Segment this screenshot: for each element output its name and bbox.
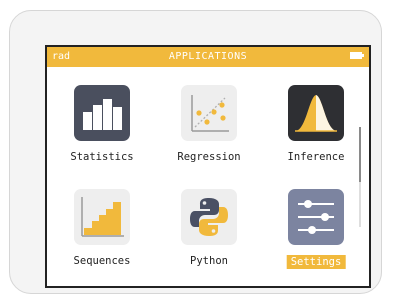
calculator-device: rad APPLICATIONS Statistics Regression I… <box>9 10 382 294</box>
python-logo-icon <box>181 189 237 245</box>
app-label: Regression <box>177 151 241 163</box>
screen-title: APPLICATIONS <box>168 51 248 62</box>
app-statistics[interactable]: Statistics <box>52 85 152 169</box>
scatter-plot-icon <box>181 85 237 141</box>
app-sequences[interactable]: Sequences <box>52 189 152 273</box>
app-inference[interactable]: Inference <box>266 85 366 169</box>
calculator-screen: rad APPLICATIONS Statistics Regression I… <box>45 45 371 288</box>
bar-chart-icon <box>74 85 130 141</box>
battery-icon <box>350 52 364 59</box>
scrollbar-thumb[interactable] <box>359 127 361 182</box>
scrollbar[interactable] <box>359 127 361 227</box>
app-label: Statistics <box>70 151 134 163</box>
app-settings[interactable]: Settings <box>266 189 366 273</box>
app-label: Sequences <box>73 255 131 267</box>
app-regression[interactable]: Regression <box>159 85 259 169</box>
app-label: Inference <box>287 151 345 163</box>
staircase-chart-icon <box>74 189 130 245</box>
app-label-selected: Settings <box>286 255 346 269</box>
bell-curve-icon <box>288 85 344 141</box>
app-python[interactable]: Python <box>159 189 259 273</box>
sliders-icon <box>288 189 344 245</box>
app-label: Python <box>190 255 228 267</box>
status-bar: rad APPLICATIONS <box>47 47 369 67</box>
